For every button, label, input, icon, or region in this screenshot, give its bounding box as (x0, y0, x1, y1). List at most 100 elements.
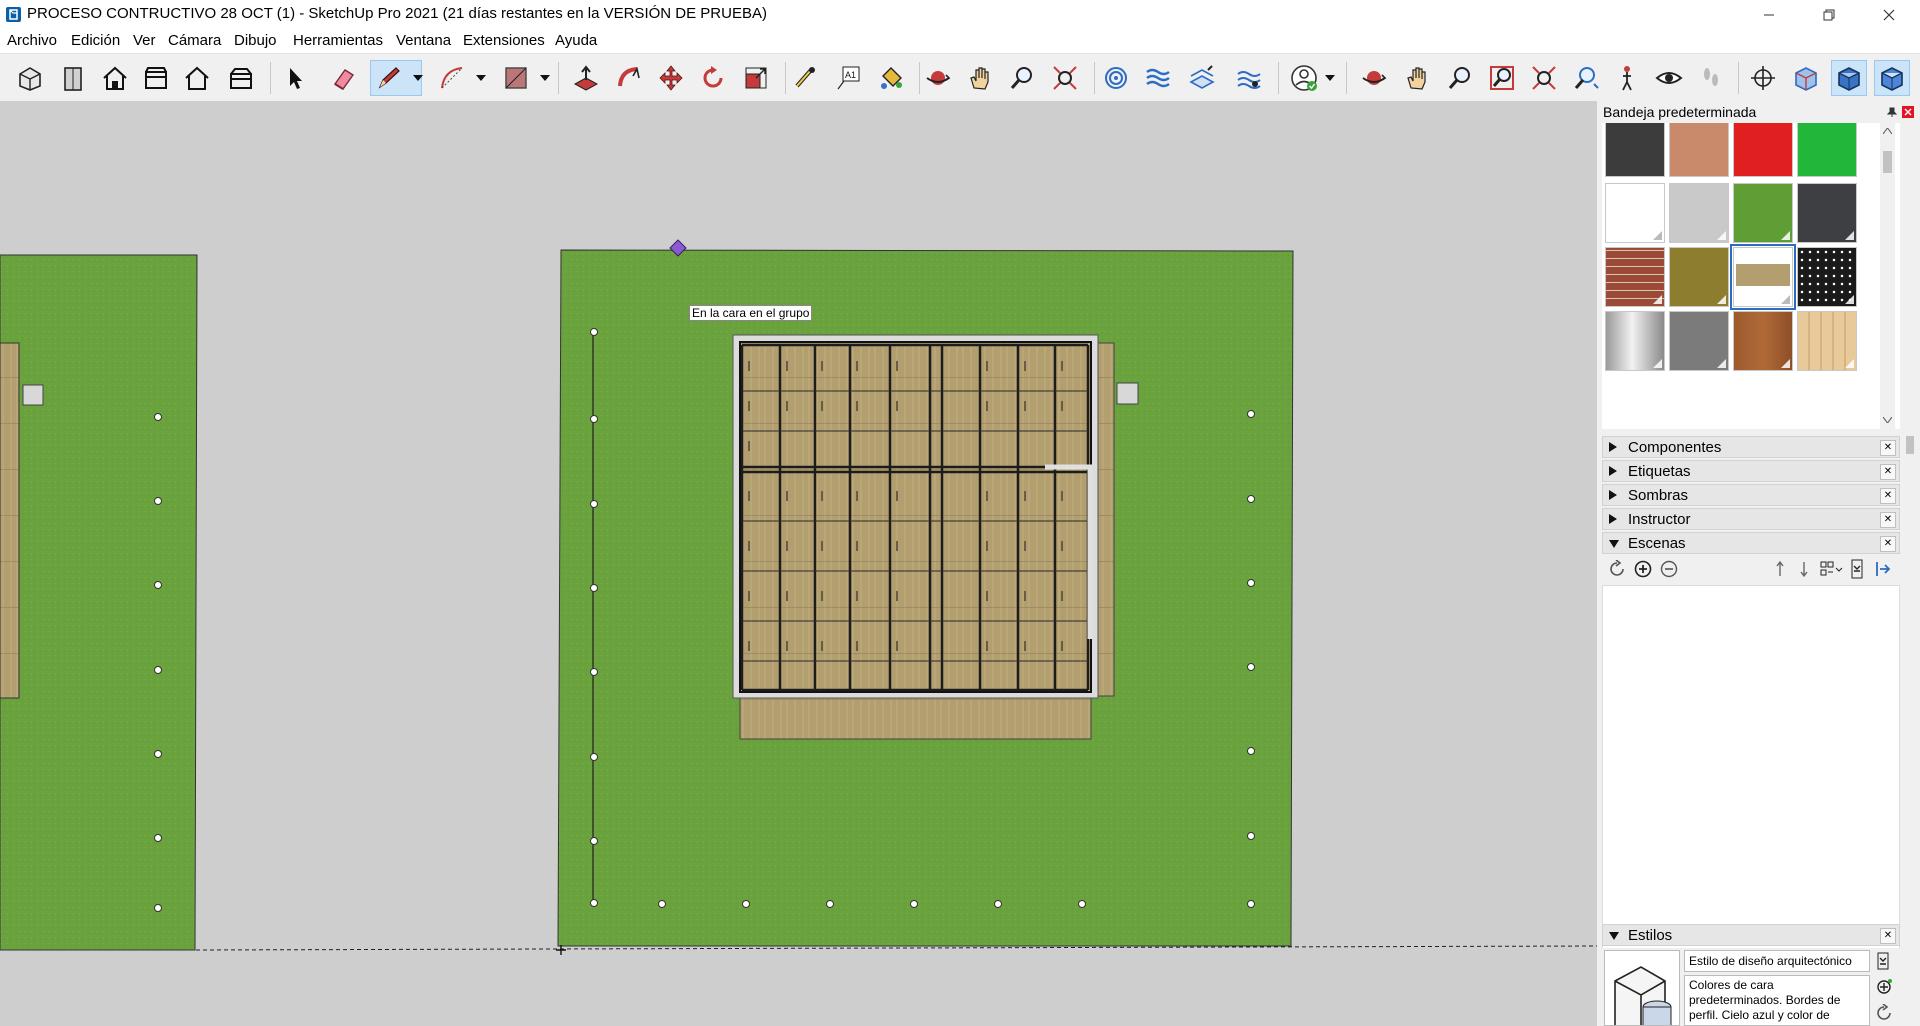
scene-panel-arrow-icon[interactable] (1874, 560, 1892, 578)
scroll-down-icon[interactable] (1883, 417, 1892, 423)
restore-button[interactable] (1806, 0, 1852, 29)
orbit-tool-2[interactable] (1356, 60, 1392, 96)
menu-ver[interactable]: Ver (133, 32, 156, 49)
zoom-extents-tool[interactable] (1047, 60, 1083, 96)
zoom-window-tool[interactable] (1484, 60, 1520, 96)
panel-sombras[interactable]: Sombras ✕ (1602, 484, 1900, 506)
floor-structure-group[interactable] (732, 334, 1115, 740)
arc-tool[interactable] (434, 60, 470, 96)
menu-camara[interactable]: Cámara (168, 32, 221, 49)
menu-extensiones[interactable]: Extensiones (463, 32, 545, 49)
pin-icon[interactable] (1887, 107, 1897, 117)
front-view-button[interactable] (97, 60, 133, 96)
tray-close-icon[interactable] (1902, 106, 1914, 118)
add-scene-icon[interactable] (1634, 560, 1652, 578)
move-tool[interactable] (653, 60, 689, 96)
material-swatch[interactable] (1797, 123, 1857, 177)
material-swatch[interactable] (1733, 123, 1793, 177)
model-scene[interactable] (0, 101, 1597, 1026)
refresh-scene-icon[interactable] (1608, 560, 1626, 578)
view-options-icon[interactable] (1820, 560, 1844, 578)
material-swatch-grass[interactable] (1733, 183, 1793, 243)
panel-close-icon[interactable]: ✕ (1880, 536, 1896, 552)
material-swatch-white[interactable] (1605, 183, 1665, 243)
look-around-tool[interactable] (1651, 60, 1687, 96)
tape-measure-tool[interactable] (787, 60, 823, 96)
materials-browser[interactable] (1602, 123, 1900, 429)
position-camera-tool[interactable] (1609, 60, 1645, 96)
pencil-dropdown-arrow[interactable] (413, 72, 423, 84)
arc-dropdown-arrow[interactable] (476, 72, 486, 84)
menu-herramientas[interactable]: Herramientas (293, 32, 383, 49)
material-swatch[interactable] (1605, 123, 1665, 177)
back-view-button[interactable] (138, 60, 174, 96)
material-swatch-asphalt[interactable] (1797, 183, 1857, 243)
scale-tool[interactable] (738, 60, 774, 96)
move-scene-down-icon[interactable] (1798, 560, 1810, 578)
remove-scene-icon[interactable] (1660, 560, 1678, 578)
previous-view-tool[interactable] (1568, 60, 1604, 96)
material-swatch-wood-light[interactable] (1797, 311, 1857, 371)
update-style-icon[interactable] (1875, 1004, 1893, 1022)
pan-tool-2[interactable] (1399, 60, 1435, 96)
panel-estilos[interactable]: Estilos ✕ (1602, 924, 1900, 946)
materials-scrollbar[interactable] (1880, 123, 1895, 429)
section-plane-tool[interactable] (1745, 60, 1781, 96)
menu-edicion[interactable]: Edición (71, 32, 120, 49)
details-toggle-icon[interactable] (1850, 559, 1864, 579)
floor-deck-boards-bottom[interactable] (739, 693, 1092, 740)
left-marker-box[interactable] (22, 384, 44, 406)
smoove-tool[interactable] (1184, 60, 1220, 96)
menu-ventana[interactable]: Ventana (396, 32, 451, 49)
textured-style-button[interactable] (1874, 60, 1910, 96)
panel-instructor[interactable]: Instructor ✕ (1602, 508, 1900, 530)
close-button[interactable] (1866, 0, 1912, 29)
panel-componentes[interactable]: Componentes ✕ (1602, 436, 1900, 458)
panel-close-icon[interactable]: ✕ (1880, 512, 1896, 528)
orbit-tool[interactable] (920, 60, 956, 96)
material-swatch-stone-olive[interactable] (1669, 247, 1729, 307)
material-swatch-gray[interactable] (1669, 311, 1729, 371)
shape-dropdown-arrow[interactable] (540, 72, 550, 84)
zoom-extents-tool-2[interactable] (1526, 60, 1562, 96)
stamp-tool[interactable] (1231, 60, 1267, 96)
walk-tool[interactable] (1693, 60, 1729, 96)
zoom-tool[interactable] (1004, 60, 1040, 96)
paint-bucket-tool[interactable] (873, 60, 909, 96)
sandbox-from-scratch-tool[interactable] (1140, 60, 1176, 96)
sketchup-app-icon[interactable] (6, 7, 21, 22)
zoom-tool-2[interactable] (1442, 60, 1478, 96)
panel-close-icon[interactable]: ✕ (1880, 928, 1896, 944)
tray-scroll-thumb[interactable] (1906, 436, 1914, 454)
menu-archivo[interactable]: Archivo (7, 32, 57, 49)
panel-close-icon[interactable]: ✕ (1880, 464, 1896, 480)
panel-etiquetas[interactable]: Etiquetas ✕ (1602, 460, 1900, 482)
style-details-icon[interactable] (1876, 952, 1890, 970)
rotate-tool[interactable] (695, 60, 731, 96)
material-swatch-concrete[interactable] (1669, 183, 1729, 243)
style-description-field[interactable]: Colores de cara predeterminados. Bordes … (1684, 975, 1870, 1026)
left-view-button[interactable] (179, 60, 215, 96)
grass-terrain-left[interactable] (0, 254, 198, 951)
xray-style-button[interactable] (1788, 60, 1824, 96)
panel-close-icon[interactable]: ✕ (1880, 488, 1896, 504)
model-viewport[interactable]: En la cara en el grupo (0, 101, 1597, 1026)
create-style-icon[interactable] (1875, 978, 1893, 996)
menu-ayuda[interactable]: Ayuda (555, 32, 597, 49)
panel-close-icon[interactable]: ✕ (1880, 440, 1896, 456)
material-swatch-brick[interactable] (1605, 247, 1665, 307)
floor-deck[interactable] (739, 341, 1092, 693)
style-thumbnail[interactable] (1604, 950, 1680, 1026)
iso-view-button[interactable] (12, 60, 48, 96)
move-scene-up-icon[interactable] (1774, 560, 1786, 578)
material-swatch-dots[interactable] (1797, 247, 1857, 307)
menu-dibujo[interactable]: Dibujo (234, 32, 277, 49)
materials-scroll-thumb[interactable] (1883, 151, 1892, 173)
material-swatch-metal[interactable] (1605, 311, 1665, 371)
select-tool[interactable] (277, 60, 313, 96)
style-name-field[interactable]: Estilo de diseño arquitectónico (1684, 950, 1870, 972)
text-tool[interactable]: A1 (830, 60, 866, 96)
push-pull-tool[interactable] (568, 60, 604, 96)
tray-scrollbar[interactable] (1902, 436, 1917, 556)
right-marker-box[interactable] (1116, 382, 1139, 405)
